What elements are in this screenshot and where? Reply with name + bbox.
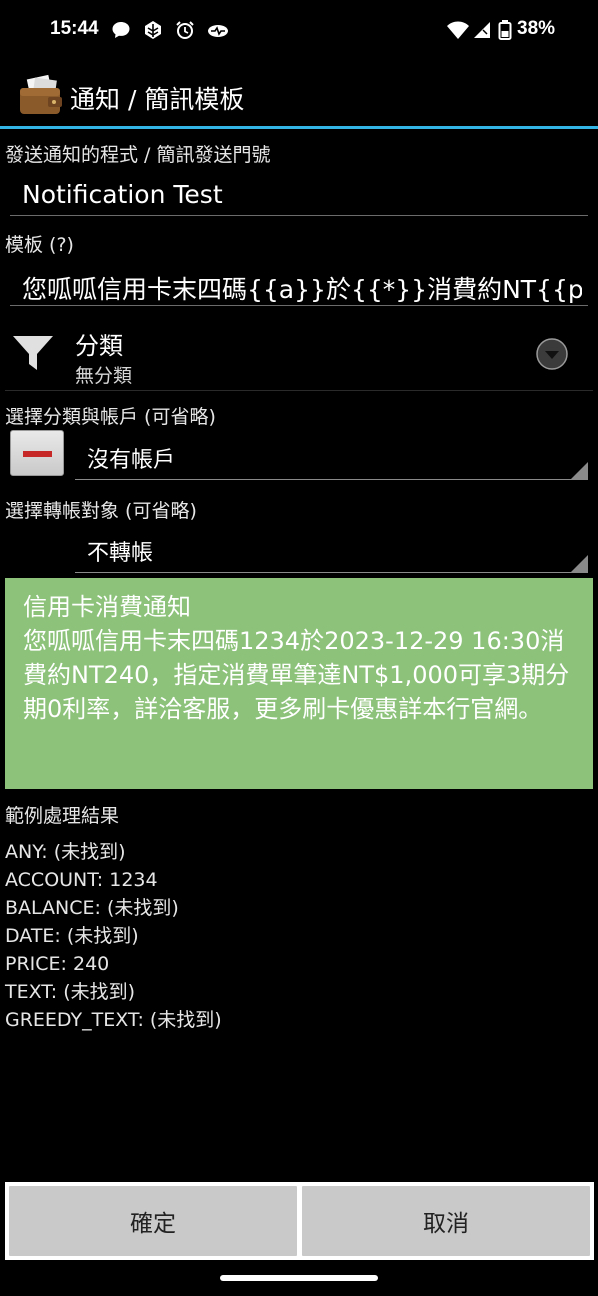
page-title: 通知 / 簡訊模板 [70,85,245,114]
cancel-button[interactable]: 取消 [302,1186,590,1256]
result-item: BALANCE: (未找到) [5,897,179,919]
category-label: 分類 [75,332,123,360]
result-item: PRICE: 240 [5,953,110,975]
result-item: ANY: (未找到) [5,841,126,863]
source-label: 發送通知的程式 / 簡訊發送門號 [5,144,271,166]
divider [5,390,593,391]
template-input[interactable]: 您呱呱信用卡末四碼{{a}}於{{*}}消費約NT{{p}}， [10,258,588,306]
wifi-icon [447,21,469,39]
sample-message-preview: 信用卡消費通知 您呱呱信用卡末四碼1234於2023-12-29 16:30消費… [5,578,593,789]
leaf-app-icon [145,21,161,39]
account-spinner[interactable]: 沒有帳戶 [75,434,588,480]
filter-icon [13,336,53,370]
account-label: 選擇分類與帳戶 (可省略) [5,406,216,428]
vpn-cloud-icon [208,25,228,37]
transfer-spinner[interactable]: 不轉帳 [75,527,588,573]
transfer-label: 選擇轉帳對象 (可省略) [5,500,197,522]
result-item: ACCOUNT: 1234 [5,869,158,891]
status-time: 15:44 [50,18,99,39]
spinner-arrow-icon [571,462,588,479]
wallet-app-icon[interactable] [18,74,64,116]
action-bar: 通知 / 簡訊模板 [0,60,598,128]
battery-percent: 38% [517,18,556,39]
status-bar: 15:44 38% [0,0,598,60]
result-item: DATE: (未找到) [5,925,139,947]
gesture-nav-bar[interactable] [220,1275,378,1281]
spinner-arrow-icon [571,555,588,572]
minus-icon [23,451,52,457]
alarm-icon [176,21,194,39]
confirm-button[interactable]: 確定 [9,1186,297,1256]
source-input[interactable]: Notification Test [10,168,588,216]
title-divider [0,126,598,129]
category-value: 無分類 [75,365,133,387]
battery-icon [498,20,512,40]
result-item: TEXT: (未找到) [5,981,136,1003]
preview-title: 信用卡消費通知 [23,593,191,621]
results-title: 範例處理結果 [5,805,120,827]
category-selector[interactable]: 分類 無分類 [0,320,598,390]
cellular-signal-icon [474,22,490,38]
result-item: GREEDY_TEXT: (未找到) [5,1009,222,1031]
template-label[interactable]: 模板 (?) [5,230,74,257]
remove-account-button[interactable] [10,430,64,476]
dialog-button-bar: 確定 取消 [5,1182,594,1260]
chat-bubble-icon [112,22,130,38]
preview-body: 您呱呱信用卡末四碼1234於2023-12-29 16:30消費約NT240，指… [23,627,570,723]
results-list: ANY: (未找到) ACCOUNT: 1234 BALANCE: (未找到) … [5,838,222,1034]
chevron-down-icon [536,338,568,370]
